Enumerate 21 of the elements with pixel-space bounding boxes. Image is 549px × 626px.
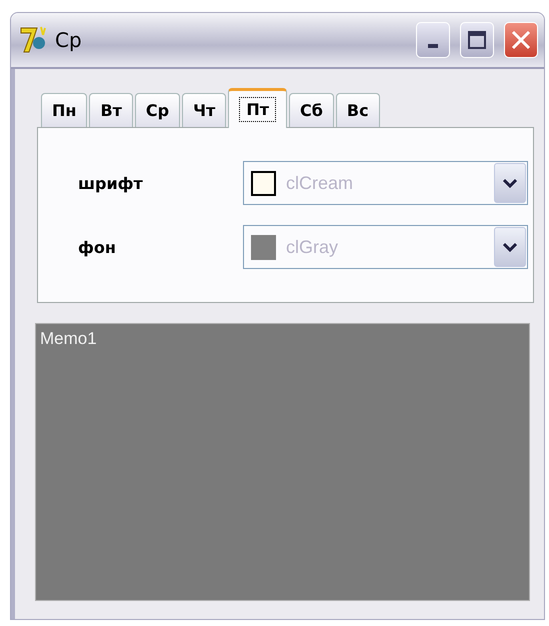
close-button[interactable]: [504, 22, 538, 58]
day-tab[interactable]: Пт: [228, 88, 287, 128]
day-tab[interactable]: Ср: [134, 93, 180, 127]
day-tab[interactable]: Чт: [182, 93, 226, 127]
day-tab[interactable]: Сб: [289, 93, 334, 127]
day-tab[interactable]: Вс: [336, 93, 380, 127]
maximize-icon: [467, 30, 487, 50]
chevron-down-icon: [503, 178, 517, 188]
maximize-button[interactable]: [460, 22, 494, 58]
window-title: Ср: [55, 28, 83, 52]
field-label: шрифт: [78, 174, 144, 192]
chevron-down-icon: [503, 242, 517, 252]
memo-text: Memo1: [40, 329, 97, 349]
day-tab[interactable]: Пн: [41, 93, 88, 127]
minimize-icon: [428, 44, 438, 48]
day-tab[interactable]: Вт: [89, 93, 133, 127]
memo-box[interactable]: Memo1: [35, 323, 530, 601]
minimize-button[interactable]: [416, 22, 450, 58]
app-logo-icon: [19, 25, 49, 55]
close-icon: [510, 29, 532, 51]
field-label: фон: [78, 238, 117, 256]
